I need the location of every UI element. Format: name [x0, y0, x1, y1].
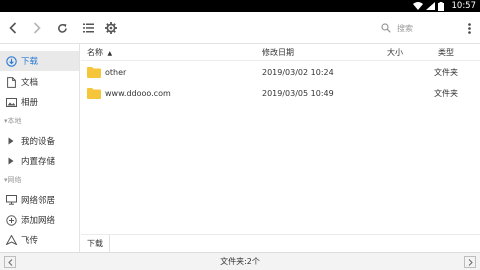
- image-icon: [3, 92, 19, 112]
- status-icons: [413, 1, 444, 11]
- send-plane-icon: [3, 230, 19, 250]
- sidebar-item-feichuan[interactable]: 飞传: [0, 230, 79, 250]
- file-name: other: [105, 68, 127, 77]
- forward-icon: [33, 22, 41, 34]
- sidebar-item-label: 网络邻居: [21, 196, 56, 206]
- sidebar-section-network: ▾网络: [4, 174, 22, 186]
- sidebar-item-add-network[interactable]: 添加网络: [0, 210, 79, 230]
- sort-ascending-icon: ▲: [107, 50, 113, 57]
- collapse-left-button[interactable]: [4, 256, 16, 268]
- collapse-right-button[interactable]: [464, 256, 476, 268]
- column-modified-header[interactable]: 修改日期: [262, 44, 294, 61]
- sidebar-item-label: 下载: [21, 57, 39, 67]
- status-bar: 10:57: [0, 0, 480, 12]
- download-icon: [3, 51, 19, 71]
- breadcrumb: 下载: [81, 234, 480, 252]
- sidebar-item-label: 我的设备: [21, 137, 56, 147]
- monitor-icon: [3, 190, 19, 210]
- more-button[interactable]: [462, 12, 476, 44]
- expand-arrow-icon: [3, 131, 19, 151]
- wifi-icon: [413, 2, 423, 10]
- refresh-icon: [57, 23, 67, 33]
- status-time: 10:57: [451, 1, 477, 11]
- forward-button[interactable]: [26, 12, 48, 44]
- list-view-icon: [82, 23, 94, 33]
- column-type-header[interactable]: 类型: [438, 44, 454, 61]
- sidebar: 下载 文档 相册 ▾本地 我的设备 内置存储 ▾网络 网络邻居 添加网络 飞传: [0, 44, 80, 252]
- document-icon: [3, 72, 19, 92]
- column-name-header[interactable]: 名称 ▲: [87, 44, 112, 61]
- column-size-header[interactable]: 大小: [387, 44, 403, 61]
- file-name: www.ddooo.com: [105, 89, 171, 98]
- sidebar-item-label: 飞传: [21, 236, 39, 246]
- file-type: 文件夹: [434, 89, 458, 98]
- sidebar-item-downloads[interactable]: 下载: [0, 51, 79, 71]
- sidebar-section-local: ▾本地: [4, 115, 22, 127]
- folder-icon: [87, 88, 101, 99]
- file-type: 文件夹: [434, 68, 458, 77]
- table-row[interactable]: www.ddooo.com 2019/03/05 10:49 文件夹: [81, 84, 480, 104]
- more-vertical-icon: [467, 22, 471, 34]
- section-title: 网络: [7, 176, 22, 184]
- toolbar: 搜索: [0, 12, 480, 44]
- sidebar-item-label: 内置存储: [21, 157, 56, 167]
- battery-icon: [438, 1, 444, 11]
- status-footer: 文件夹:2个: [0, 252, 480, 270]
- refresh-button[interactable]: [51, 12, 73, 44]
- section-title: 本地: [7, 117, 22, 125]
- folder-icon: [87, 67, 101, 78]
- sidebar-item-my-device[interactable]: 我的设备: [0, 131, 79, 151]
- sidebar-item-photos[interactable]: 相册: [0, 92, 79, 112]
- signal-icon: [426, 2, 435, 10]
- folder-count-status: 文件夹:2个: [220, 257, 260, 266]
- file-modified: 2019/03/02 10:24: [262, 68, 334, 77]
- sidebar-item-documents[interactable]: 文档: [0, 72, 79, 92]
- sidebar-item-label: 相册: [21, 98, 39, 108]
- sidebar-item-internal-storage[interactable]: 内置存储: [0, 151, 79, 171]
- chevron-right-icon: [468, 258, 473, 266]
- file-list-header: 名称 ▲ 修改日期 大小 类型: [81, 44, 480, 61]
- back-icon: [9, 22, 17, 34]
- chevron-left-icon: [7, 258, 12, 266]
- expand-arrow-icon: [3, 151, 19, 171]
- breadcrumb-item-downloads[interactable]: 下载: [87, 235, 110, 252]
- add-circle-icon: [3, 210, 19, 230]
- gear-icon: [105, 22, 117, 34]
- list-view-button[interactable]: [77, 12, 99, 44]
- sidebar-item-network-neighborhood[interactable]: 网络邻居: [0, 190, 79, 210]
- sidebar-item-label: 添加网络: [21, 216, 56, 226]
- sidebar-item-label: 文档: [21, 78, 39, 88]
- table-row[interactable]: other 2019/03/02 10:24 文件夹: [81, 63, 480, 83]
- search-placeholder: 搜索: [397, 23, 413, 33]
- search-input[interactable]: 搜索: [381, 19, 449, 37]
- settings-button[interactable]: [100, 12, 122, 44]
- back-button[interactable]: [2, 12, 24, 44]
- search-icon: [381, 23, 391, 33]
- file-modified: 2019/03/05 10:49: [262, 89, 334, 98]
